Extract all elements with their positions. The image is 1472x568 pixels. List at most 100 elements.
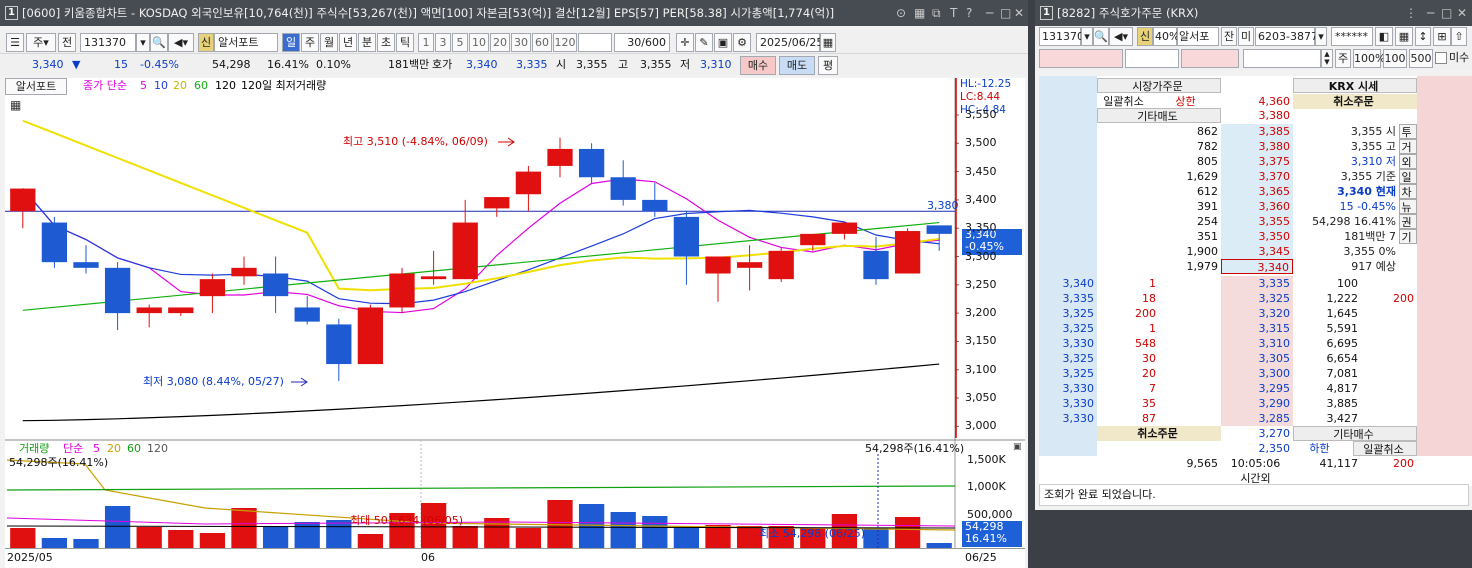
price-chart[interactable]	[5, 78, 1025, 548]
volume-close-icon[interactable]: ▣	[1013, 442, 1022, 452]
order-close-icon[interactable]: ✕	[1457, 0, 1467, 26]
account-input[interactable]: 6203-3877	[1255, 27, 1318, 46]
ask-price[interactable]: 3,380	[1221, 139, 1293, 154]
bid-qty[interactable]: 3,427	[1293, 411, 1361, 426]
ask-qty[interactable]: 391	[1157, 199, 1221, 214]
side-tab[interactable]: 일	[1399, 169, 1417, 184]
buy-button[interactable]: 매수	[740, 56, 776, 75]
crosshair-icon[interactable]: ✛	[676, 33, 694, 52]
order-titlebar[interactable]: 1 [8282] 주식호가주문 (KRX) ⋮ ─ □ ✕	[1035, 0, 1472, 26]
chart-titlebar[interactable]: 1 [0600] 키움종합차트 - KOSDAQ 외국인보유[10,764(천)…	[0, 0, 1028, 26]
chart-area[interactable]: 알서포트 종가 단순 5 10 20 60 120 120일 최저거래량 ▦ H…	[5, 78, 1025, 548]
bid-price[interactable]: 3,290	[1221, 396, 1293, 411]
qty-100pct-button[interactable]: 100%	[1353, 49, 1385, 68]
password-input[interactable]: ******	[1331, 27, 1373, 46]
code-dropdown-icon[interactable]: ▾	[136, 33, 150, 52]
legend-ma20[interactable]: 20	[173, 77, 187, 95]
interval-3[interactable]: 3	[435, 33, 451, 52]
bid-qty[interactable]: 4,817	[1293, 381, 1361, 396]
order-price-field[interactable]	[1125, 49, 1179, 68]
ask-qty[interactable]: 254	[1157, 214, 1221, 229]
interval-input[interactable]	[578, 33, 612, 52]
bid-price[interactable]: 3,305	[1221, 351, 1293, 366]
order-menu-icon[interactable]: ⋮	[1405, 0, 1417, 26]
restore-icon[interactable]: ⧉	[932, 0, 941, 26]
settings-icon[interactable]: ⚙	[733, 33, 751, 52]
bid-qty[interactable]: 3,885	[1293, 396, 1361, 411]
ask-qty[interactable]: 612	[1157, 184, 1221, 199]
sell-button[interactable]: 매도	[779, 56, 815, 75]
side-tab[interactable]: 거	[1399, 139, 1417, 154]
volume-ma20[interactable]: 20	[107, 440, 121, 458]
bid-price[interactable]: 3,310	[1221, 336, 1293, 351]
tab-week[interactable]: 주	[301, 33, 319, 52]
cancel-order-sell[interactable]: 취소주문	[1293, 94, 1417, 109]
ask-qty[interactable]: 805	[1157, 154, 1221, 169]
cancel-order-buy[interactable]: 취소주문	[1097, 426, 1221, 441]
volume-ma120[interactable]: 120	[147, 440, 168, 458]
interval-1[interactable]: 1	[418, 33, 434, 52]
table-icon[interactable]: ▦	[10, 98, 21, 112]
legend-extra[interactable]: 120일 최저거래량	[241, 77, 326, 95]
misu-checkbox[interactable]	[1435, 52, 1447, 64]
sin-button[interactable]: 신	[198, 33, 214, 52]
volume-ma60[interactable]: 60	[127, 440, 141, 458]
bid-qty[interactable]: 1,645	[1293, 306, 1361, 321]
order-grid-icon[interactable]: ▦	[1395, 27, 1413, 46]
minimize-icon[interactable]: ─	[986, 0, 993, 26]
jeon-button[interactable]: 전	[58, 33, 76, 52]
bid-qty[interactable]: 1,222	[1293, 291, 1361, 306]
jan-button[interactable]: 잔	[1221, 27, 1237, 46]
legend-ma120[interactable]: 120	[215, 77, 236, 95]
grid-icon[interactable]: ▦	[914, 0, 925, 26]
bid-price[interactable]: 3,320	[1221, 306, 1293, 321]
side-tab[interactable]: 기	[1399, 229, 1417, 244]
order-qty-field[interactable]	[1181, 49, 1239, 68]
ask-price[interactable]: 3,370	[1221, 169, 1293, 184]
ask-price[interactable]: 3,360	[1221, 199, 1293, 214]
ask-price[interactable]: 3,385	[1221, 124, 1293, 139]
side-tab[interactable]: 투	[1399, 124, 1417, 139]
save-icon[interactable]: ▣	[714, 33, 732, 52]
bid-price[interactable]: 3,300	[1221, 366, 1293, 381]
ask-qty[interactable]: 1,629	[1157, 169, 1221, 184]
help-icon[interactable]: ?	[966, 0, 972, 26]
avg-button[interactable]: 평	[818, 56, 838, 75]
tools-icon[interactable]: ✎	[695, 33, 713, 52]
order-code-input[interactable]: 131370	[1039, 27, 1084, 46]
calendar-icon[interactable]: ▦	[820, 33, 836, 52]
ask-qty[interactable]: 351	[1157, 229, 1221, 244]
interval-30[interactable]: 30	[511, 33, 531, 52]
tab-year[interactable]: 년	[339, 33, 357, 52]
bid-qty[interactable]: 6,695	[1293, 336, 1361, 351]
interval-5[interactable]: 5	[452, 33, 468, 52]
order-minimize-icon[interactable]: ─	[1427, 0, 1434, 26]
tab-day[interactable]: 일	[282, 33, 300, 52]
interval-120[interactable]: 120	[553, 33, 577, 52]
bid-price[interactable]: 3,285	[1221, 411, 1293, 426]
maximize-icon[interactable]: □	[1000, 0, 1011, 26]
legend-ma[interactable]: 종가 단순	[83, 77, 127, 95]
order-search-icon[interactable]: 🔍	[1093, 27, 1109, 46]
legend-ma5[interactable]: 5	[140, 77, 147, 95]
order-settings-icon[interactable]: ◧	[1375, 27, 1393, 46]
period-select[interactable]: 주▾	[26, 33, 56, 52]
ask-qty[interactable]: 862	[1157, 124, 1221, 139]
cancel-all-buy[interactable]: 일괄취소	[1353, 441, 1417, 456]
bid-qty[interactable]: 100	[1293, 276, 1361, 291]
tab-minute[interactable]: 분	[358, 33, 376, 52]
interval-20[interactable]: 20	[490, 33, 510, 52]
tab-tick[interactable]: 틱	[396, 33, 414, 52]
tab-month[interactable]: 월	[320, 33, 338, 52]
bid-qty[interactable]: 7,081	[1293, 366, 1361, 381]
order-sort-icon[interactable]: ↕	[1415, 27, 1431, 46]
side-tab[interactable]: 권	[1399, 214, 1417, 229]
stock-code-input[interactable]: 131370	[80, 33, 136, 52]
ask-qty[interactable]: 1,979	[1157, 259, 1221, 274]
legend-ma60[interactable]: 60	[194, 77, 208, 95]
speaker-icon[interactable]: ◀▾	[168, 33, 194, 52]
other-buy-button[interactable]: 기타매수	[1293, 426, 1417, 441]
account-dropdown-icon[interactable]: ▾	[1315, 27, 1327, 46]
ask-price[interactable]: 3,345	[1221, 244, 1293, 259]
date-input[interactable]: 2025/06/25	[756, 33, 823, 52]
